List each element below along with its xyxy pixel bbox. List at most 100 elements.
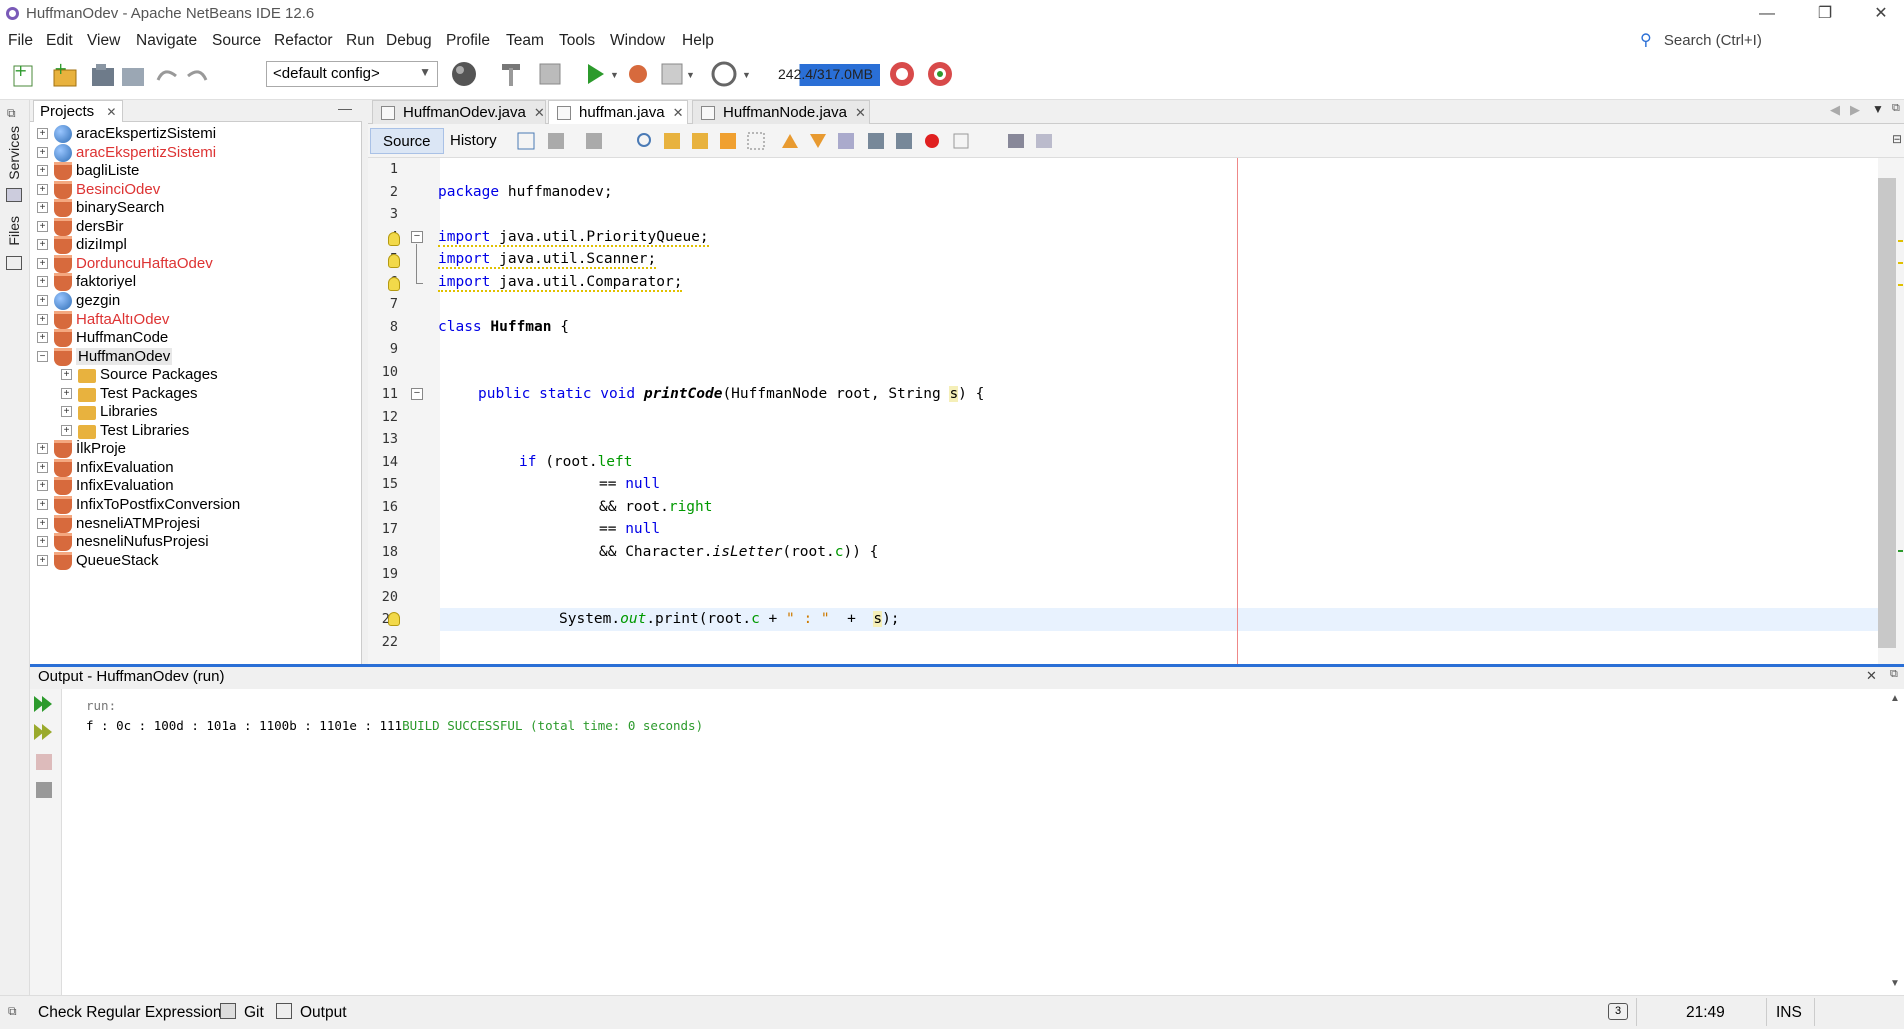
expand-icon[interactable]: + <box>37 276 48 288</box>
toggle-highlight-icon[interactable] <box>720 133 736 149</box>
expand-icon[interactable]: + <box>37 165 48 177</box>
expand-icon[interactable]: + <box>37 480 48 492</box>
last-edit-icon[interactable] <box>517 132 535 150</box>
close-icon[interactable]: ✕ <box>534 105 545 120</box>
tab-scroll-right-icon[interactable]: ▶ <box>1850 102 1860 118</box>
rerun-with-params-icon[interactable] <box>34 724 52 740</box>
search-box[interactable]: ⚲ Search (Ctrl+I) <box>1640 30 1880 52</box>
expand-icon[interactable]: + <box>61 387 72 399</box>
tab-huffmannode-java[interactable]: HuffmanNode.java ✕ <box>692 100 870 124</box>
expand-icon[interactable]: + <box>37 499 48 510</box>
menu-help[interactable]: Help <box>682 32 714 50</box>
hint-bulb-icon[interactable] <box>388 277 400 291</box>
redo-icon[interactable] <box>187 70 208 81</box>
check-regex-button[interactable]: Check Regular Expression <box>38 1004 222 1022</box>
insert-mode[interactable]: INS <box>1776 1004 1802 1022</box>
stop-icon[interactable] <box>36 754 52 770</box>
hint-bulb-icon[interactable] <box>388 254 400 268</box>
hint-bulb-icon[interactable] <box>388 612 400 626</box>
uncomment-icon[interactable] <box>1036 134 1052 148</box>
find-icon[interactable] <box>637 133 651 147</box>
build-hammer-icon[interactable] <box>502 64 520 86</box>
warning-marker[interactable] <box>1898 284 1903 286</box>
save-all-icon[interactable] <box>122 68 144 86</box>
find-previous-icon[interactable] <box>664 133 680 149</box>
history-view-button[interactable]: History <box>438 128 509 154</box>
menu-profile[interactable]: Profile <box>446 32 490 50</box>
output-console[interactable] <box>62 689 1904 995</box>
stop-macro-icon[interactable] <box>953 133 969 149</box>
expand-icon[interactable]: + <box>37 443 48 455</box>
output-scroll-down-icon[interactable]: ▼ <box>1890 978 1900 989</box>
menu-view[interactable]: View <box>87 32 120 50</box>
browser-globe-icon[interactable] <box>452 62 476 86</box>
menu-run[interactable]: Run <box>346 32 374 50</box>
back-icon[interactable] <box>548 133 564 149</box>
close-icon[interactable]: ✕ <box>673 105 684 120</box>
shift-right-icon[interactable] <box>896 133 912 149</box>
new-project-icon[interactable]: + <box>53 60 77 87</box>
toggle-bookmark-icon[interactable] <box>838 133 854 149</box>
minimize-button[interactable]: — <box>1744 2 1790 26</box>
expand-icon[interactable]: + <box>37 239 48 251</box>
profile-project-icon[interactable]: ▼ <box>661 63 695 85</box>
run-project-icon[interactable]: ▼ <box>588 64 619 84</box>
menu-refactor[interactable]: Refactor <box>274 32 333 50</box>
profiler-gauge-icon[interactable]: ▼ <box>711 61 751 87</box>
menu-navigate[interactable]: Navigate <box>136 32 197 50</box>
source-view-button[interactable]: Source <box>370 128 444 154</box>
fold-toggle-icon[interactable]: − <box>411 388 423 400</box>
expand-icon[interactable]: + <box>37 517 48 529</box>
menu-file[interactable]: File <box>8 32 33 50</box>
services-tab[interactable]: Services <box>6 126 22 180</box>
menu-source[interactable]: Source <box>212 32 261 50</box>
previous-bookmark-icon[interactable] <box>782 134 798 148</box>
expand-icon[interactable]: + <box>37 183 48 195</box>
next-bookmark-icon[interactable] <box>810 134 826 148</box>
menu-debug[interactable]: Debug <box>386 32 432 50</box>
tab-scroll-left-icon[interactable]: ◀ <box>1830 102 1840 118</box>
scrollbar-thumb[interactable] <box>1878 178 1896 648</box>
close-icon[interactable]: ✕ <box>106 105 116 119</box>
shift-left-icon[interactable] <box>868 133 884 149</box>
restore-panels-icon[interactable]: ⧉ <box>7 106 16 121</box>
undo-icon[interactable] <box>156 70 177 81</box>
projects-tab[interactable]: Projects ✕ <box>33 100 124 122</box>
config-dropdown[interactable]: <default config> ▼ <box>266 61 438 87</box>
menu-edit[interactable]: Edit <box>46 32 73 50</box>
gc-snapshot-icon[interactable] <box>928 62 952 86</box>
hint-bulb-icon[interactable] <box>388 232 400 246</box>
expand-icon[interactable]: + <box>37 461 48 473</box>
tab-list-icon[interactable]: ▼ <box>1872 102 1884 116</box>
debug-project-icon[interactable] <box>629 65 647 83</box>
expand-icon[interactable]: + <box>61 406 72 418</box>
find-next-icon[interactable] <box>692 133 708 149</box>
comment-icon[interactable] <box>1008 134 1024 148</box>
output-scroll-up-icon[interactable]: ▲ <box>1890 693 1900 704</box>
git-button[interactable]: Git <box>244 1004 264 1022</box>
expand-icon[interactable]: + <box>37 294 48 306</box>
expand-icon[interactable]: + <box>37 257 48 269</box>
forward-icon[interactable] <box>586 133 602 149</box>
settings-icon[interactable] <box>36 782 52 798</box>
expand-icon[interactable]: + <box>37 128 48 139</box>
expand-icon[interactable]: + <box>61 424 72 436</box>
open-project-icon[interactable] <box>92 64 114 86</box>
restore-button[interactable]: ❐ <box>1802 2 1848 26</box>
toggle-rect-selection-icon[interactable] <box>747 132 765 150</box>
warning-marker[interactable] <box>1898 262 1903 264</box>
close-icon[interactable]: ✕ <box>855 105 866 120</box>
rerun-icon[interactable] <box>34 696 52 712</box>
menu-tools[interactable]: Tools <box>559 32 595 50</box>
memory-indicator[interactable]: 242.4/317.0MB <box>774 64 880 86</box>
notifications-icon[interactable]: 3 <box>1608 1003 1628 1020</box>
expand-icon[interactable]: + <box>37 332 48 344</box>
expand-icon[interactable]: + <box>37 146 48 158</box>
clean-build-icon[interactable] <box>539 63 561 85</box>
fold-toggle-icon[interactable]: − <box>411 231 423 243</box>
expand-icon[interactable]: + <box>37 313 48 325</box>
restore-panels-icon[interactable]: ⧉ <box>8 1004 17 1019</box>
files-tab[interactable]: Files <box>6 216 22 246</box>
gc-icon[interactable] <box>890 62 914 86</box>
tab-huffman-java[interactable]: huffman.java ✕ <box>548 100 688 124</box>
